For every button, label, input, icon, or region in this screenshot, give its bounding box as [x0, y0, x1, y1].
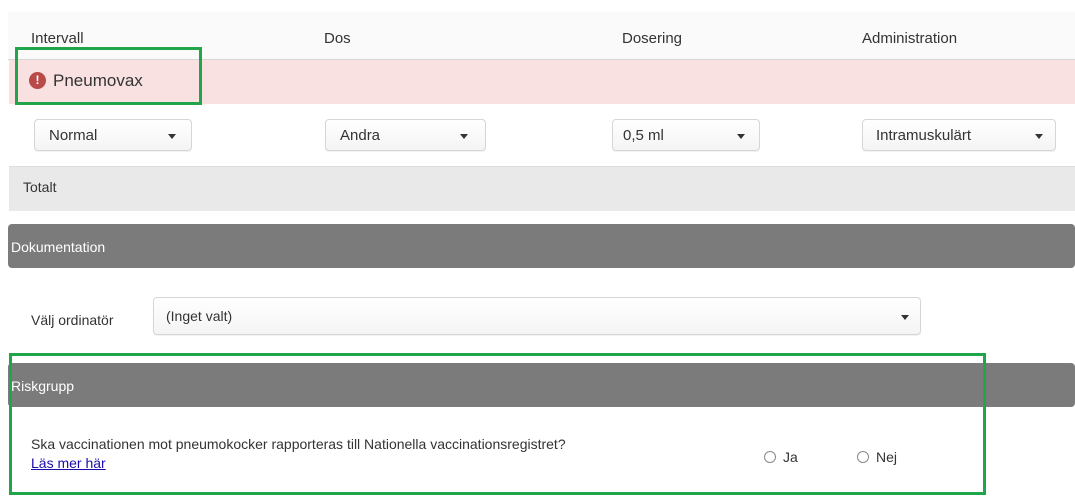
chevron-down-icon: [168, 134, 176, 139]
administration-select[interactable]: Intramuskulärt: [862, 119, 1056, 151]
column-header-administration: Administration: [862, 30, 958, 47]
dos-select[interactable]: Andra: [325, 119, 486, 151]
chevron-down-icon: [737, 134, 745, 139]
dosering-select[interactable]: 0,5 ml: [612, 119, 760, 151]
administration-select-value: Intramuskulärt: [876, 127, 972, 144]
dos-select-value: Andra: [340, 127, 381, 144]
documentation-title: Dokumentation: [11, 239, 106, 255]
ordinator-select-value: (Inget valt): [166, 308, 233, 324]
intervall-select-value: Normal: [49, 127, 98, 144]
total-row: [9, 166, 1075, 211]
chevron-down-icon: [460, 134, 468, 139]
documentation-header: [8, 224, 1075, 268]
chevron-down-icon: [901, 315, 909, 320]
ordinator-label: Välj ordinatör: [31, 312, 114, 328]
column-header-dos: Dos: [324, 30, 351, 47]
column-header-dosering: Dosering: [622, 30, 683, 47]
intervall-select[interactable]: Normal: [34, 119, 192, 151]
chevron-down-icon: [1035, 134, 1043, 139]
ordinator-select[interactable]: (Inget valt): [153, 297, 921, 335]
highlight-box-vaccine: [15, 47, 202, 105]
column-header-intervall: Intervall: [31, 30, 84, 47]
dosering-select-value: 0,5 ml: [623, 127, 664, 144]
highlight-box-riskgroup: [9, 353, 986, 495]
total-label: Totalt: [23, 179, 57, 195]
